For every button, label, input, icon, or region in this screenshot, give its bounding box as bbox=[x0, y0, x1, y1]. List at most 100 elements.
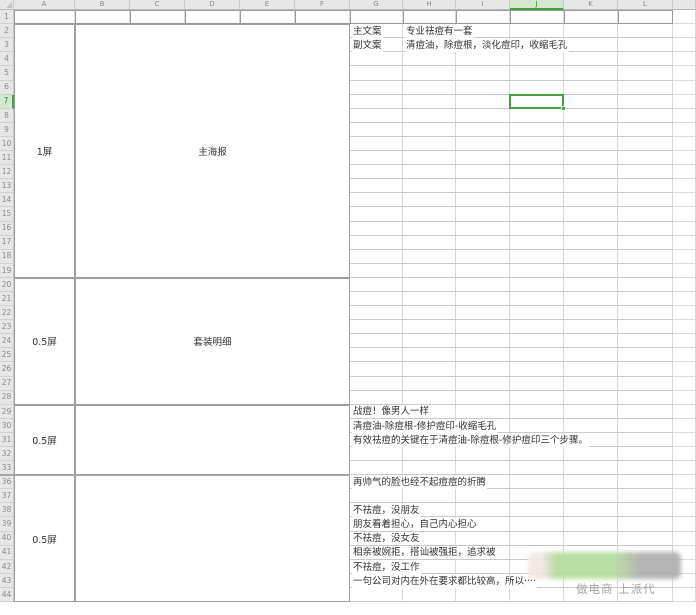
cell-K38[interactable] bbox=[564, 503, 618, 517]
cell-M9[interactable] bbox=[673, 123, 696, 137]
cell-H17[interactable] bbox=[403, 236, 456, 250]
cell-K6[interactable] bbox=[564, 81, 618, 95]
cell-G44[interactable] bbox=[350, 588, 403, 602]
cell-L30[interactable] bbox=[618, 419, 673, 433]
cell-G19[interactable] bbox=[350, 264, 403, 278]
cell-J20[interactable] bbox=[510, 278, 564, 292]
cell-J25[interactable] bbox=[510, 348, 564, 362]
cell-I16[interactable] bbox=[456, 222, 510, 236]
cell-L4[interactable] bbox=[618, 52, 673, 66]
column-header-B[interactable]: B bbox=[75, 0, 130, 10]
row-header-16[interactable]: 16 bbox=[0, 222, 14, 236]
cell-M6[interactable] bbox=[673, 81, 696, 95]
cell-H11[interactable] bbox=[403, 151, 456, 165]
cell-M30[interactable] bbox=[673, 419, 696, 433]
cell-J19[interactable] bbox=[510, 264, 564, 278]
cell-I5[interactable] bbox=[456, 66, 510, 80]
cell-text-G42[interactable]: 不祛痘，没工作 bbox=[352, 561, 421, 574]
cell-L18[interactable] bbox=[618, 250, 673, 264]
cell-M23[interactable] bbox=[673, 320, 696, 334]
row-header-31[interactable]: 31 bbox=[0, 433, 14, 447]
cell-I6[interactable] bbox=[456, 81, 510, 95]
row-header-40[interactable]: 40 bbox=[0, 532, 14, 546]
cell-L13[interactable] bbox=[618, 179, 673, 193]
cell-I20[interactable] bbox=[456, 278, 510, 292]
row-header-24[interactable]: 24 bbox=[0, 334, 14, 348]
cell-H25[interactable] bbox=[403, 348, 456, 362]
row-header-38[interactable]: 38 bbox=[0, 503, 14, 517]
cell-L25[interactable] bbox=[618, 348, 673, 362]
cell-J40[interactable] bbox=[510, 532, 564, 546]
row-header-26[interactable]: 26 bbox=[0, 362, 14, 376]
row-header-43[interactable]: 43 bbox=[0, 574, 14, 588]
cell-K29[interactable] bbox=[564, 405, 618, 419]
cell-L22[interactable] bbox=[618, 306, 673, 320]
cell-K36[interactable] bbox=[564, 475, 618, 489]
cell-G15[interactable] bbox=[350, 207, 403, 221]
cell-J2[interactable] bbox=[510, 24, 564, 38]
cell-H23[interactable] bbox=[403, 320, 456, 334]
cell-M5[interactable] bbox=[673, 66, 696, 80]
cell-M12[interactable] bbox=[673, 165, 696, 179]
cell-I33[interactable] bbox=[456, 461, 510, 475]
cell-L21[interactable] bbox=[618, 292, 673, 306]
cell-J18[interactable] bbox=[510, 250, 564, 264]
cell-J23[interactable] bbox=[510, 320, 564, 334]
cell-M28[interactable] bbox=[673, 391, 696, 405]
merged-cell-content-2[interactable]: 套装明细 bbox=[75, 278, 350, 405]
cell-K28[interactable] bbox=[564, 391, 618, 405]
cell-L7[interactable] bbox=[618, 95, 673, 109]
cell-G20[interactable] bbox=[350, 278, 403, 292]
cell-L9[interactable] bbox=[618, 123, 673, 137]
cell-H22[interactable] bbox=[403, 306, 456, 320]
row-header-8[interactable]: 8 bbox=[0, 109, 14, 123]
cell-text-G29[interactable]: 战痘！像男人一样 bbox=[352, 405, 430, 418]
cell-M13[interactable] bbox=[673, 179, 696, 193]
cell-J21[interactable] bbox=[510, 292, 564, 306]
cell-H10[interactable] bbox=[403, 137, 456, 151]
cell-J22[interactable] bbox=[510, 306, 564, 320]
row-header-2[interactable]: 2 bbox=[0, 24, 14, 38]
cell-K8[interactable] bbox=[564, 109, 618, 123]
cell-M18[interactable] bbox=[673, 250, 696, 264]
cell-L15[interactable] bbox=[618, 207, 673, 221]
cell-M39[interactable] bbox=[673, 517, 696, 531]
row-header-39[interactable]: 39 bbox=[0, 517, 14, 531]
cell-M20[interactable] bbox=[673, 278, 696, 292]
row-header-32[interactable]: 32 bbox=[0, 447, 14, 461]
cell-M21[interactable] bbox=[673, 292, 696, 306]
cell-M22[interactable] bbox=[673, 306, 696, 320]
cell-G16[interactable] bbox=[350, 222, 403, 236]
cell-J8[interactable] bbox=[510, 109, 564, 123]
column-header-F[interactable]: F bbox=[295, 0, 350, 10]
cell-L14[interactable] bbox=[618, 193, 673, 207]
cell-J33[interactable] bbox=[510, 461, 564, 475]
cell-K21[interactable] bbox=[564, 292, 618, 306]
cell-L26[interactable] bbox=[618, 362, 673, 376]
column-header-H[interactable]: H bbox=[403, 0, 456, 10]
cell-I11[interactable] bbox=[456, 151, 510, 165]
cell-M24[interactable] bbox=[673, 334, 696, 348]
cell-J30[interactable] bbox=[510, 419, 564, 433]
cell-J36[interactable] bbox=[510, 475, 564, 489]
cell-G32[interactable] bbox=[350, 447, 403, 461]
cell-M32[interactable] bbox=[673, 447, 696, 461]
cell-I10[interactable] bbox=[456, 137, 510, 151]
cell-K37[interactable] bbox=[564, 489, 618, 503]
cell-G17[interactable] bbox=[350, 236, 403, 250]
cell-I42[interactable] bbox=[456, 560, 510, 574]
column-header-A[interactable]: A bbox=[14, 0, 75, 10]
cell-J17[interactable] bbox=[510, 236, 564, 250]
cell-I32[interactable] bbox=[456, 447, 510, 461]
cell-H4[interactable] bbox=[403, 52, 456, 66]
cell-H37[interactable] bbox=[403, 489, 456, 503]
cell-I12[interactable] bbox=[456, 165, 510, 179]
cell-H28[interactable] bbox=[403, 391, 456, 405]
cell-L11[interactable] bbox=[618, 151, 673, 165]
cell-J16[interactable] bbox=[510, 222, 564, 236]
cell-H33[interactable] bbox=[403, 461, 456, 475]
cell-H15[interactable] bbox=[403, 207, 456, 221]
cell-L28[interactable] bbox=[618, 391, 673, 405]
cell-text-G38[interactable]: 不祛痘，没朋友 bbox=[352, 504, 421, 517]
cell-text-H3[interactable]: 清痘油，除痘根，淡化痘印，收缩毛孔 bbox=[405, 39, 569, 52]
